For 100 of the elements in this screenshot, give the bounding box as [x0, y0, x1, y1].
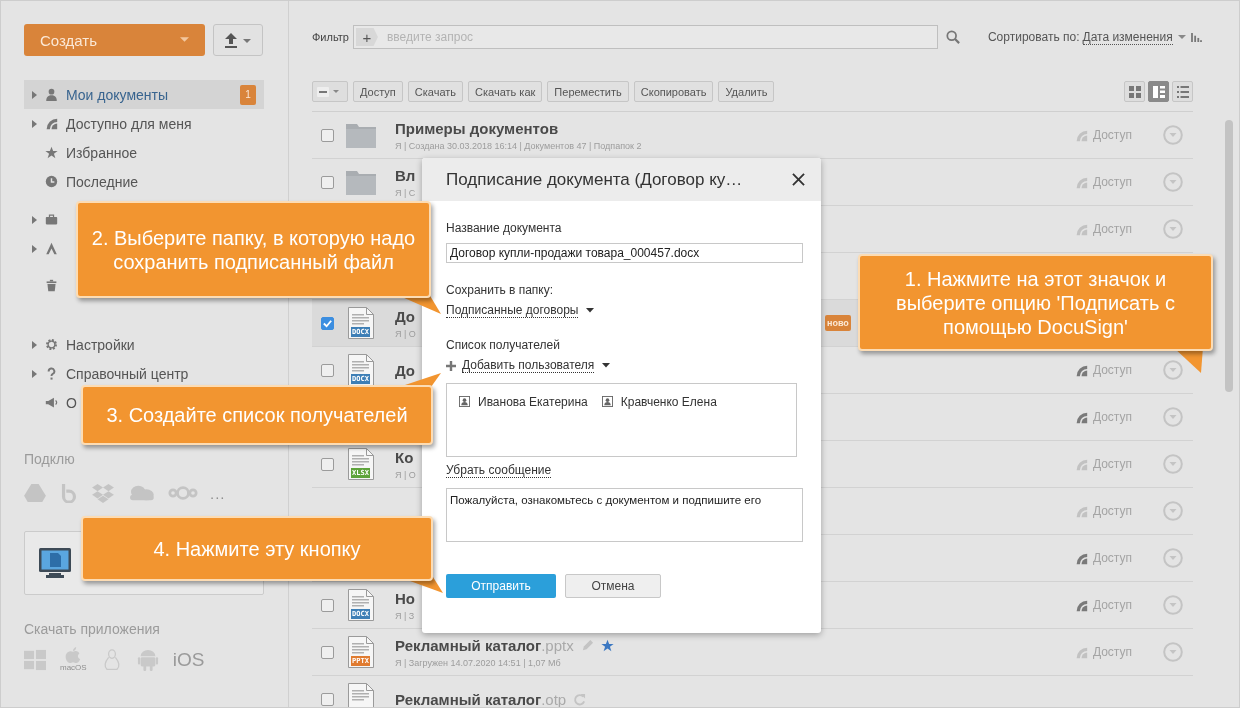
- document-meta: Я | Создана 30.03.2018 16:14 | Документов 47 | Подпапок 2: [395, 141, 642, 151]
- folder-dropdown[interactable]: Подписанные договоры: [446, 303, 579, 318]
- nav-item[interactable]: Настройки: [24, 330, 139, 359]
- expand-icon[interactable]: [32, 215, 37, 224]
- monitor-icon: [38, 547, 72, 579]
- trash-icon: [45, 279, 58, 292]
- toolbar-button[interactable]: Скачать как: [468, 81, 543, 102]
- nav-item[interactable]: Справочный центр: [24, 359, 193, 388]
- remove-message-link[interactable]: Убрать сообщение: [446, 463, 552, 478]
- toolbar-button[interactable]: Скопировать: [633, 81, 714, 102]
- contact-icon: [459, 396, 470, 407]
- toolbar-button[interactable]: Удалить: [718, 81, 775, 102]
- document-title[interactable]: Рекламный каталог.otp: [395, 689, 567, 707]
- recipient-name[interactable]: Кравченко Елена: [620, 395, 717, 409]
- checkbox[interactable]: [321, 128, 334, 142]
- sync-icon[interactable]: [573, 692, 587, 706]
- document-meta: Я | Загружен 14.07.2020 14:51 | 1,07 Мб: [395, 658, 562, 668]
- plus-icon[interactable]: [446, 360, 456, 371]
- nav-item[interactable]: Последние: [24, 167, 142, 196]
- document-title[interactable]: До: [395, 360, 416, 380]
- document-title[interactable]: Вл: [395, 166, 416, 185]
- hint-tooltip: 1. Нажмите на этот значок и выберите опцию 'Подписать с помощью DocuSign': [858, 254, 1213, 351]
- expand-icon[interactable]: [32, 369, 37, 378]
- document-title[interactable]: Ко: [395, 448, 414, 467]
- document-title[interactable]: До: [395, 307, 416, 326]
- sort-label: Сортировать по:: [987, 30, 1080, 44]
- input-field[interactable]: Договор купли-продажи товара_000457.docx: [446, 243, 803, 263]
- field-label: Список получателей: [446, 338, 560, 352]
- expand-icon[interactable]: [32, 244, 37, 253]
- view-mode-button[interactable]: [1172, 81, 1193, 102]
- more-options-icon[interactable]: [1163, 125, 1183, 145]
- checkbox[interactable]: [321, 457, 334, 471]
- search-icon[interactable]: [945, 30, 960, 44]
- question-icon: [45, 367, 58, 380]
- cancel-button[interactable]: Отмена: [565, 574, 661, 598]
- nav-item[interactable]: О: [24, 388, 81, 417]
- document-meta: Я | З: [395, 611, 415, 621]
- caret-icon[interactable]: [602, 363, 611, 368]
- document-title[interactable]: Рекламный каталог.pptx: [395, 636, 574, 655]
- nav-item[interactable]: Избранное: [24, 138, 141, 167]
- clock-icon: [45, 175, 58, 188]
- apple-icon[interactable]: [64, 647, 83, 663]
- toolbar-button[interactable]: Скачать: [407, 81, 464, 102]
- more-options-icon[interactable]: [1163, 407, 1183, 427]
- select-dropdown[interactable]: [312, 81, 348, 102]
- expand-icon[interactable]: [32, 119, 37, 128]
- more-options-icon[interactable]: [1163, 501, 1183, 521]
- nav-item[interactable]: Доступно для меня: [24, 109, 196, 138]
- pencil-icon[interactable]: [580, 639, 594, 652]
- view-mode-button[interactable]: [1124, 81, 1145, 102]
- boxes-icon[interactable]: [92, 483, 114, 503]
- more-options-icon[interactable]: [1163, 642, 1183, 662]
- more-options-icon[interactable]: [1163, 454, 1183, 474]
- more-options-icon[interactable]: [1163, 172, 1183, 192]
- more-options-icon[interactable]: [1163, 219, 1183, 239]
- more-options-icon[interactable]: [1163, 548, 1183, 568]
- nav-item[interactable]: Мои документы 1: [24, 80, 264, 109]
- windows-icon[interactable]: [24, 648, 46, 671]
- checkbox[interactable]: [321, 645, 334, 659]
- star-icon[interactable]: [600, 639, 614, 652]
- add-user-link[interactable]: Добавить пользователя: [462, 358, 595, 373]
- upload-button[interactable]: [213, 24, 263, 56]
- view-mode-button[interactable]: [1148, 81, 1169, 102]
- expand-icon[interactable]: [32, 90, 37, 99]
- document-title[interactable]: Но: [395, 589, 415, 608]
- scrollbar-thumb[interactable]: [1225, 120, 1233, 392]
- briefcase-icon: [45, 213, 58, 226]
- android-icon[interactable]: [136, 648, 159, 671]
- dialog-title: Подписание документа (Договор ку…: [446, 169, 743, 190]
- checkbox[interactable]: [321, 316, 334, 330]
- section-label: Подклю: [24, 451, 76, 467]
- message-field[interactable]: Пожалуйста, ознакомьтесь с документом и подпишите его: [446, 488, 803, 542]
- document-title[interactable]: Примеры документов: [395, 119, 559, 138]
- caret-icon[interactable]: [586, 308, 595, 313]
- close-icon[interactable]: [792, 173, 805, 186]
- folder-icon: [346, 169, 376, 195]
- expand-icon[interactable]: [32, 340, 37, 349]
- field-label: Сохранить в папку:: [446, 283, 554, 297]
- star-icon: [45, 146, 58, 159]
- recipient-name[interactable]: Иванова Екатерина: [478, 395, 588, 409]
- toolbar-button[interactable]: Переместить: [547, 81, 629, 102]
- platform-label: macOS: [60, 663, 87, 672]
- sort-order-icon[interactable]: [1190, 32, 1202, 42]
- sort-dropdown[interactable]: Дата изменения: [1082, 29, 1173, 45]
- new-badge: ново: [825, 315, 851, 331]
- checkbox[interactable]: [321, 175, 334, 189]
- checkbox[interactable]: [321, 363, 334, 377]
- checkbox[interactable]: [321, 598, 334, 612]
- circles-icon[interactable]: [168, 483, 198, 503]
- gear-icon: [45, 338, 58, 351]
- more-options-icon[interactable]: [1163, 595, 1183, 615]
- field-label: Название документа: [446, 221, 562, 235]
- list-icon: [1176, 85, 1189, 98]
- checkbox[interactable]: [321, 692, 334, 706]
- recipients-field[interactable]: Иванова Екатерина Кравченко Елена: [446, 383, 797, 457]
- more-options-icon[interactable]: [1163, 360, 1183, 380]
- document-meta: Я | О: [395, 470, 416, 480]
- person-icon: [45, 88, 58, 101]
- toolbar-button[interactable]: Доступ: [353, 81, 403, 102]
- hint-tooltip: 2. Выберите папку, в которую надо сохранить подписанный файл: [76, 201, 431, 298]
